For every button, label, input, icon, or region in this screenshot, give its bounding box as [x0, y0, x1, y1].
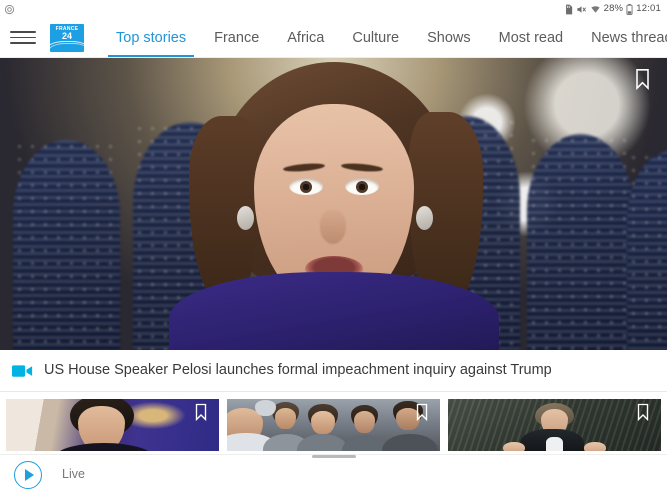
card-thumbnail: [448, 399, 661, 451]
tab-label: Most read: [498, 29, 564, 46]
us-flag: [626, 151, 667, 350]
hero-photo: [0, 58, 667, 350]
logo-line-2: 24: [61, 30, 72, 41]
tab-label: Culture: [352, 29, 400, 46]
status-bar: 28% 12:01: [0, 0, 667, 18]
tab-top-stories[interactable]: Top stories: [102, 18, 200, 57]
story-card-3[interactable]: [448, 399, 661, 451]
status-bar-left: [4, 4, 15, 15]
hero-subject-portrait: [168, 60, 499, 350]
bookmark-outline-icon: [415, 403, 429, 426]
us-flag: [13, 139, 121, 350]
video-camera-icon: [12, 364, 33, 378]
top-navigation-bar: FRANCE 24 Top stories France Africa Cult…: [0, 18, 667, 58]
hero-headline-bar[interactable]: US House Speaker Pelosi launches formal …: [0, 350, 667, 392]
bookmark-outline-icon: [194, 403, 208, 426]
live-player-bar: Live: [0, 454, 667, 494]
clock: 12:01: [636, 3, 661, 15]
tab-label: Africa: [287, 29, 325, 46]
card-bookmark-button[interactable]: [412, 402, 432, 426]
nav-tabs: Top stories France Africa Culture Shows …: [102, 18, 667, 57]
card-thumbnail: [6, 399, 219, 451]
tab-france[interactable]: France: [200, 18, 273, 57]
story-card-2[interactable]: [227, 399, 440, 451]
play-button-icon[interactable]: [14, 460, 42, 489]
card-bookmark-button[interactable]: [191, 402, 211, 426]
us-flag: [526, 133, 634, 350]
hero-bookmark-button[interactable]: [629, 66, 655, 96]
tab-label: Top stories: [116, 29, 187, 46]
wifi-icon: [590, 4, 601, 15]
mute-icon: [576, 4, 587, 15]
tab-label: France: [214, 29, 260, 46]
headline-text: US House Speaker Pelosi launches formal …: [44, 363, 552, 378]
card-bookmark-button[interactable]: [633, 402, 653, 426]
hamburger-menu-icon[interactable]: [10, 25, 36, 51]
france24-logo[interactable]: FRANCE 24: [50, 23, 84, 52]
bookmark-outline-icon: [634, 68, 651, 95]
related-stories-carousel: [0, 392, 667, 458]
logo-swoosh-inner-icon: [50, 42, 84, 52]
bookmark-outline-icon: [636, 403, 650, 426]
story-card-1[interactable]: [6, 399, 219, 451]
carousel-page-indicator[interactable]: [311, 455, 356, 458]
battery-icon: [626, 3, 633, 15]
sd-card-icon: [564, 4, 573, 15]
tab-news-thread[interactable]: News thread: [577, 18, 667, 57]
app-notification-icon: [4, 4, 15, 15]
tab-africa[interactable]: Africa: [273, 18, 338, 57]
tab-shows[interactable]: Shows: [413, 18, 485, 57]
live-label: Live: [62, 467, 85, 482]
tab-culture[interactable]: Culture: [338, 18, 413, 57]
status-bar-right: 28% 12:01: [564, 3, 661, 15]
tab-label: Shows: [427, 29, 471, 46]
tab-most-read[interactable]: Most read: [485, 18, 577, 57]
battery-percent: 28%: [603, 3, 624, 15]
tab-label: News thread: [591, 29, 667, 46]
card-thumbnail: [227, 399, 440, 451]
hero-article-image[interactable]: [0, 58, 667, 350]
